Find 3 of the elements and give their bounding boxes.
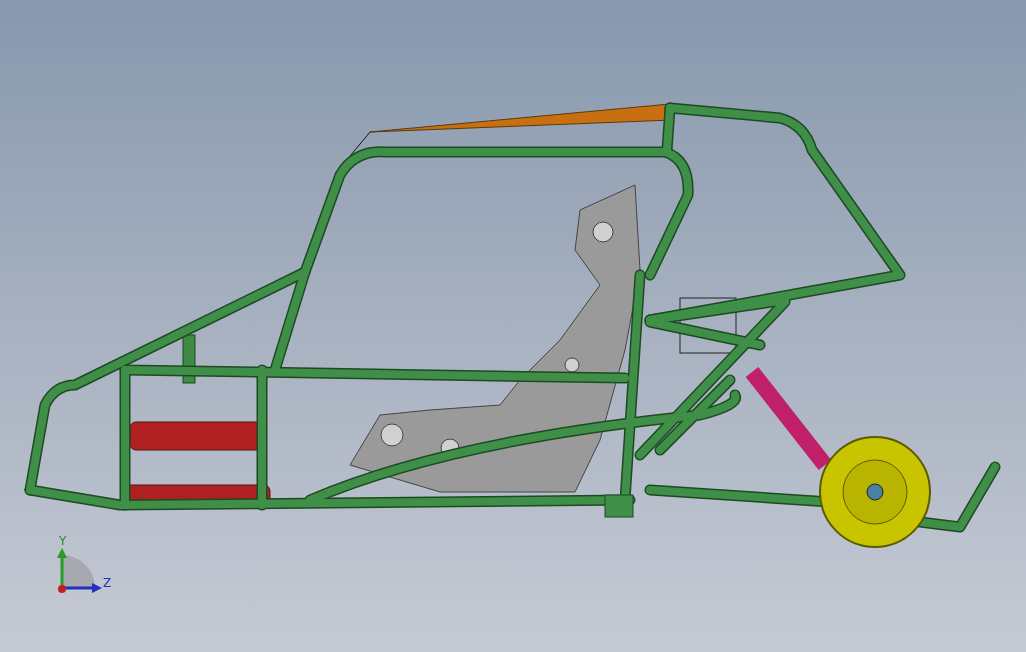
axis-label: Z bbox=[103, 576, 112, 590]
axis-triad-icon bbox=[57, 548, 102, 593]
axis-label: Y bbox=[59, 534, 67, 548]
